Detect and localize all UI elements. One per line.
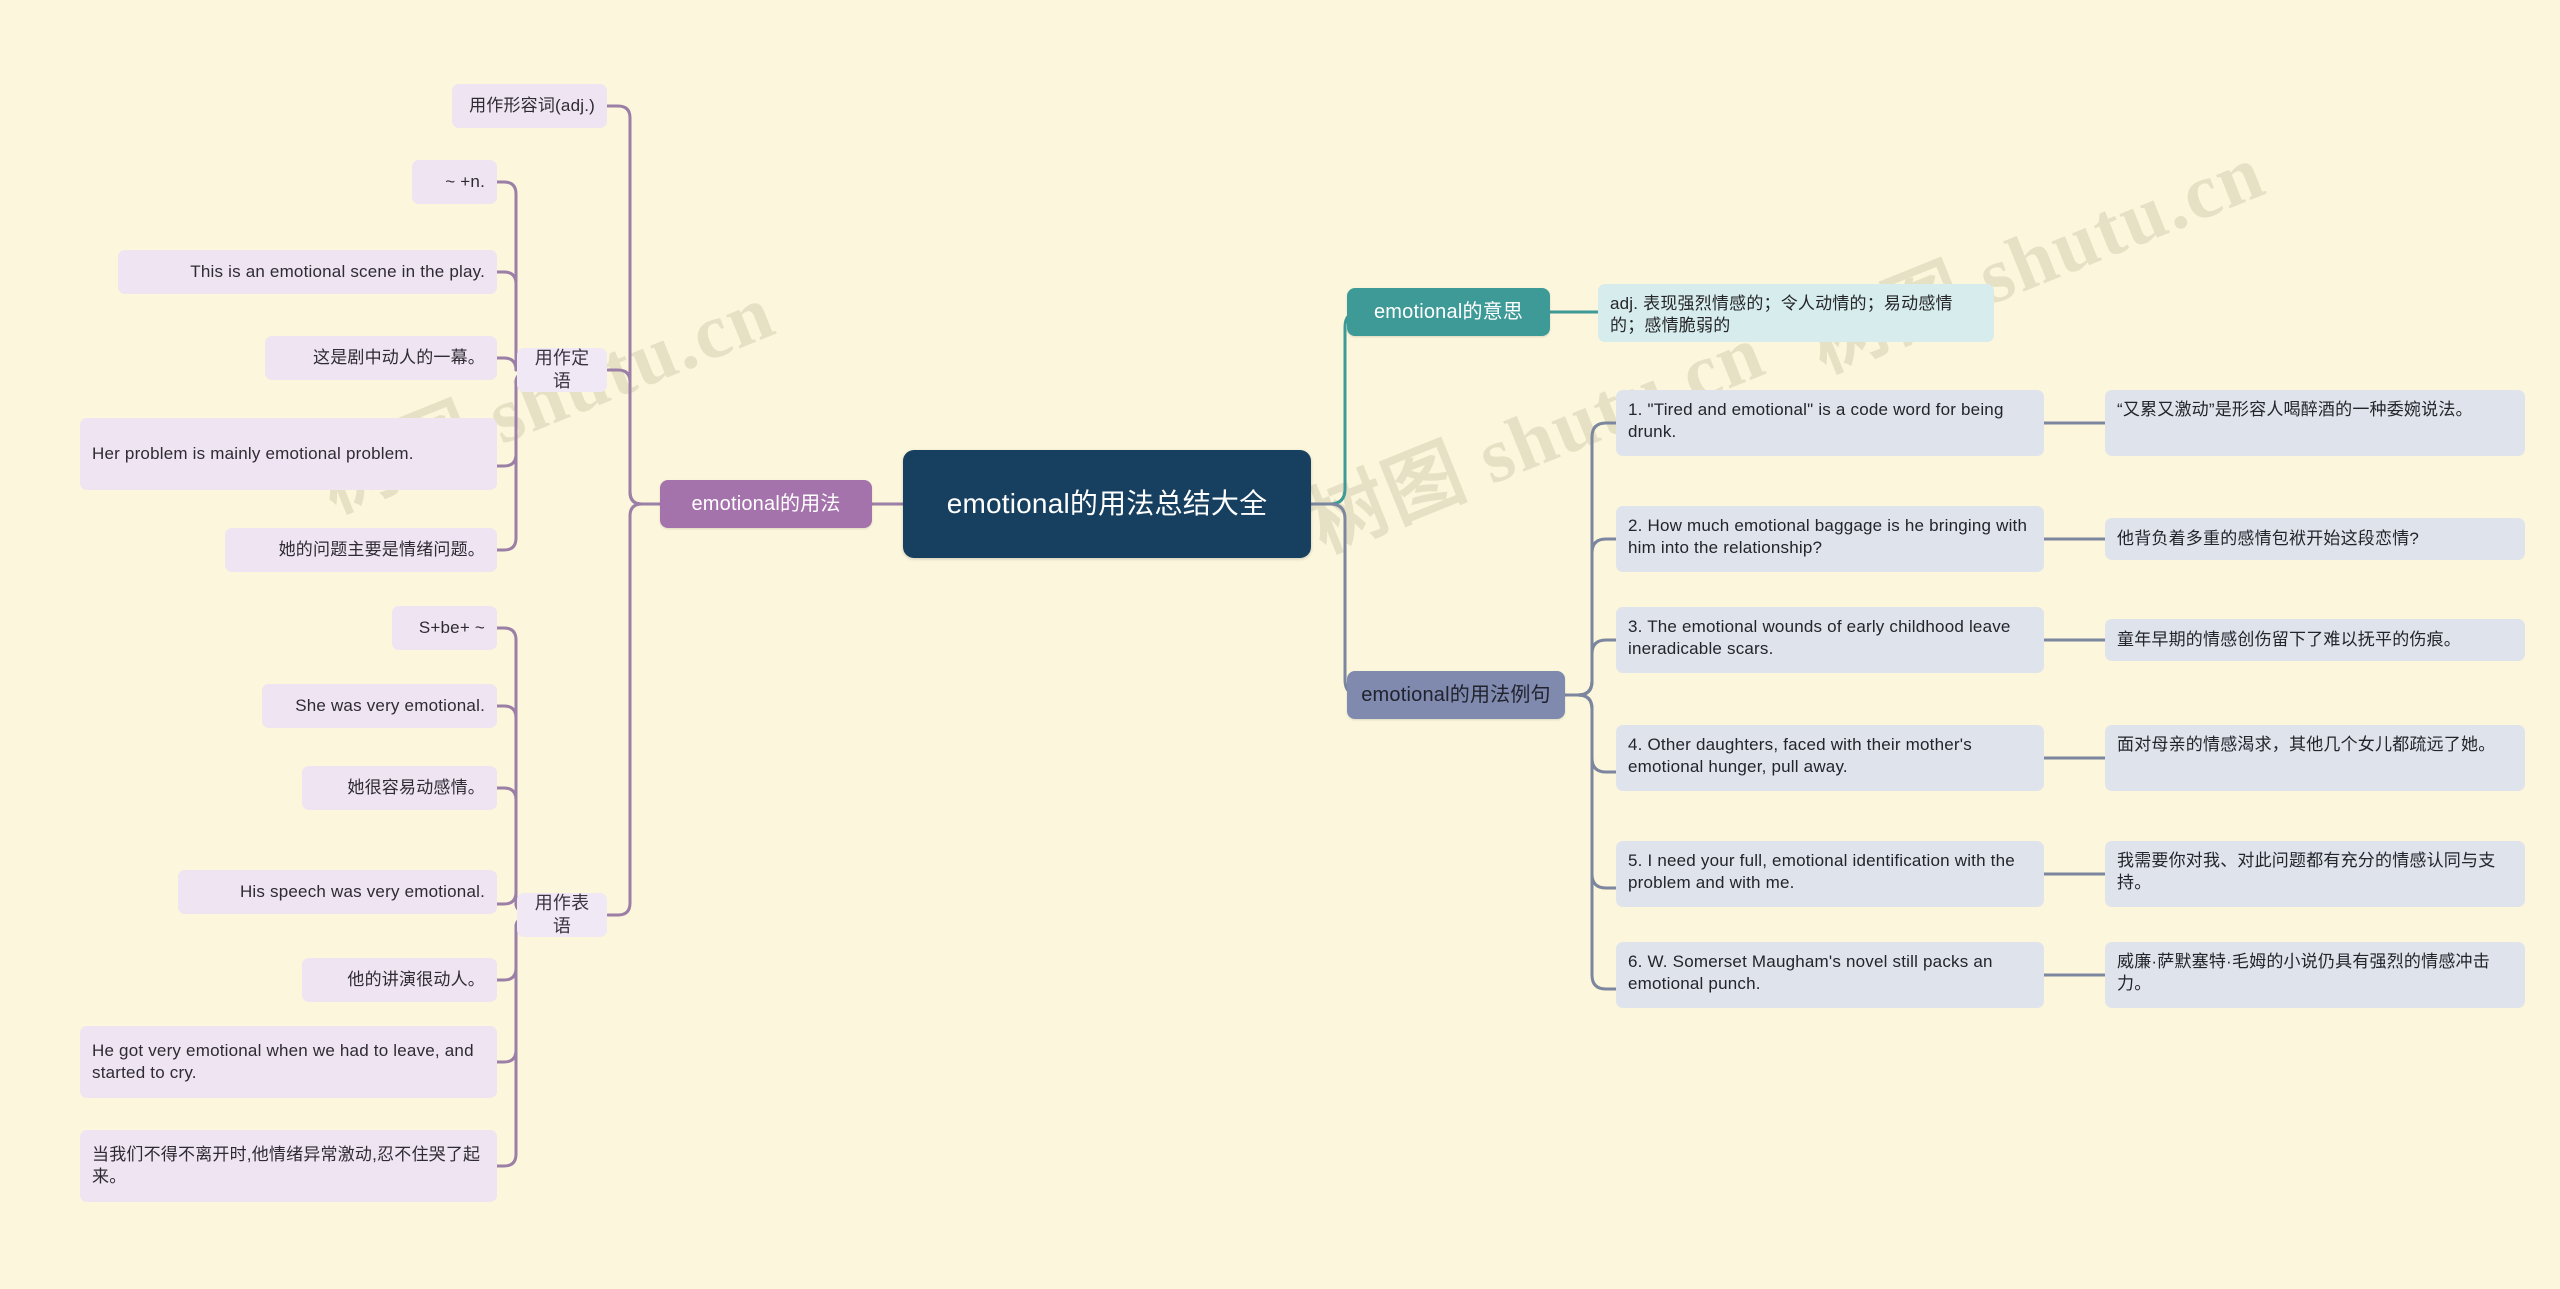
leaf-example-en-1[interactable]: 1. "Tired and emotional" is a code word … (1616, 390, 2044, 456)
leaf-example-en-4[interactable]: 4. Other daughters, faced with their mot… (1616, 725, 2044, 791)
branch-examples[interactable]: emotional的用法例句 (1347, 671, 1565, 719)
group-attributive-label[interactable]: 用作定语 (517, 348, 607, 392)
leaf-attributive-en-2[interactable]: Her problem is mainly emotional problem. (80, 418, 497, 490)
pattern-predicative[interactable]: S+be+ ~ (392, 606, 497, 650)
group-predicative-label[interactable]: 用作表语 (517, 893, 607, 937)
branch-usage[interactable]: emotional的用法 (660, 480, 872, 528)
mindmap-canvas: 树图 shutu.cn 树图 shutu.cn 树图 shutu.cn emot… (0, 0, 2560, 1289)
leaf-predicative-zh-1[interactable]: 她很容易动感情。 (302, 766, 497, 810)
leaf-predicative-zh-2[interactable]: 他的讲演很动人。 (302, 958, 497, 1002)
leaf-predicative-en-2[interactable]: His speech was very emotional. (178, 870, 497, 914)
leaf-attributive-zh-2[interactable]: 她的问题主要是情绪问题。 (225, 528, 497, 572)
pattern-attributive[interactable]: ~ +n. (412, 160, 497, 204)
leaf-example-zh-3[interactable]: 童年早期的情感创伤留下了难以抚平的伤痕。 (2105, 619, 2525, 661)
root-node[interactable]: emotional的用法总结大全 (903, 450, 1311, 558)
leaf-example-en-5[interactable]: 5. I need your full, emotional identific… (1616, 841, 2044, 907)
leaf-example-zh-5[interactable]: 我需要你对我、对此问题都有充分的情感认同与支持。 (2105, 841, 2525, 907)
branch-meaning[interactable]: emotional的意思 (1347, 288, 1550, 336)
leaf-predicative-zh-3[interactable]: 当我们不得不离开时,他情绪异常激动,忍不住哭了起来。 (80, 1130, 497, 1202)
leaf-example-en-3[interactable]: 3. The emotional wounds of early childho… (1616, 607, 2044, 673)
leaf-example-en-6[interactable]: 6. W. Somerset Maugham's novel still pac… (1616, 942, 2044, 1008)
leaf-meaning-definition[interactable]: adj. 表现强烈情感的；令人动情的；易动感情的；感情脆弱的 (1598, 284, 1994, 342)
leaf-example-zh-6[interactable]: 威廉·萨默塞特·毛姆的小说仍具有强烈的情感冲击力。 (2105, 942, 2525, 1008)
leaf-attributive-en-1[interactable]: This is an emotional scene in the play. (118, 250, 497, 294)
leaf-example-en-2[interactable]: 2. How much emotional baggage is he brin… (1616, 506, 2044, 572)
leaf-example-zh-2[interactable]: 他背负着多重的感情包袱开始这段恋情? (2105, 518, 2525, 560)
leaf-predicative-en-1[interactable]: She was very emotional. (262, 684, 497, 728)
leaf-example-zh-1[interactable]: “又累又激动”是形容人喝醉酒的一种委婉说法。 (2105, 390, 2525, 456)
leaf-predicative-en-3[interactable]: He got very emotional when we had to lea… (80, 1026, 497, 1098)
group-adjective-label[interactable]: 用作形容词(adj.) (452, 84, 607, 128)
leaf-example-zh-4[interactable]: 面对母亲的情感渴求，其他几个女儿都疏远了她。 (2105, 725, 2525, 791)
leaf-attributive-zh-1[interactable]: 这是剧中动人的一幕。 (265, 336, 497, 380)
